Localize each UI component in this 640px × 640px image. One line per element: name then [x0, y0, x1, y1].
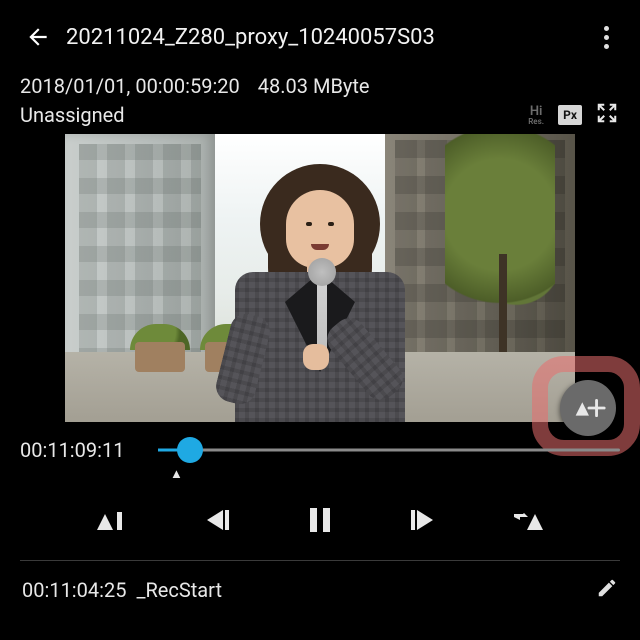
- transport-controls: [20, 462, 620, 560]
- app-header: 20211024_Z280_proxy_10240057S03: [20, 0, 620, 60]
- proxy-badge[interactable]: Px: [558, 105, 582, 125]
- mark-in-icon: [95, 505, 129, 535]
- step-forward-icon: [407, 505, 441, 535]
- play-pause-button[interactable]: [298, 500, 342, 540]
- clip-metadata: 2018/01/01, 00:00:59:20 48.03 MByte Unas…: [20, 60, 620, 128]
- back-button[interactable]: [20, 19, 56, 55]
- clip-filesize: 48.03 MByte: [258, 74, 370, 98]
- mark-out-icon: [511, 505, 545, 535]
- scrubber-thumb[interactable]: [177, 437, 203, 463]
- event-timecode: 00:11:04:25: [22, 578, 126, 602]
- edit-event-button[interactable]: [596, 577, 618, 603]
- video-viewer[interactable]: [20, 134, 620, 422]
- current-timecode: 00:11:09:11: [20, 438, 144, 462]
- fullscreen-button[interactable]: [596, 102, 618, 128]
- step-forward-button[interactable]: [402, 500, 446, 540]
- mark-out-button[interactable]: [506, 500, 550, 540]
- mark-in-button[interactable]: [90, 500, 134, 540]
- essence-mark-row[interactable]: 00:11:04:25 _RecStart: [20, 561, 620, 603]
- fullscreen-icon: [596, 102, 618, 124]
- timeline: 00:11:09:11 ▲: [20, 422, 620, 462]
- assignment-status: Unassigned: [20, 103, 125, 127]
- step-back-icon: [199, 505, 233, 535]
- hires-icon: HiRes.: [528, 105, 544, 126]
- step-back-button[interactable]: [194, 500, 238, 540]
- clip-date-timecode: 2018/01/01, 00:00:59:20: [20, 74, 240, 98]
- overflow-menu-button[interactable]: [592, 26, 620, 49]
- arrow-left-icon: [25, 24, 51, 50]
- scrubber-track[interactable]: ▲: [158, 438, 620, 462]
- pause-icon: [303, 505, 337, 535]
- file-title: 20211024_Z280_proxy_10240057S03: [66, 25, 592, 50]
- essence-mark-indicator: ▲: [170, 466, 183, 482]
- video-frame: [65, 134, 575, 422]
- pencil-icon: [596, 577, 618, 599]
- event-label: _RecStart: [136, 578, 222, 602]
